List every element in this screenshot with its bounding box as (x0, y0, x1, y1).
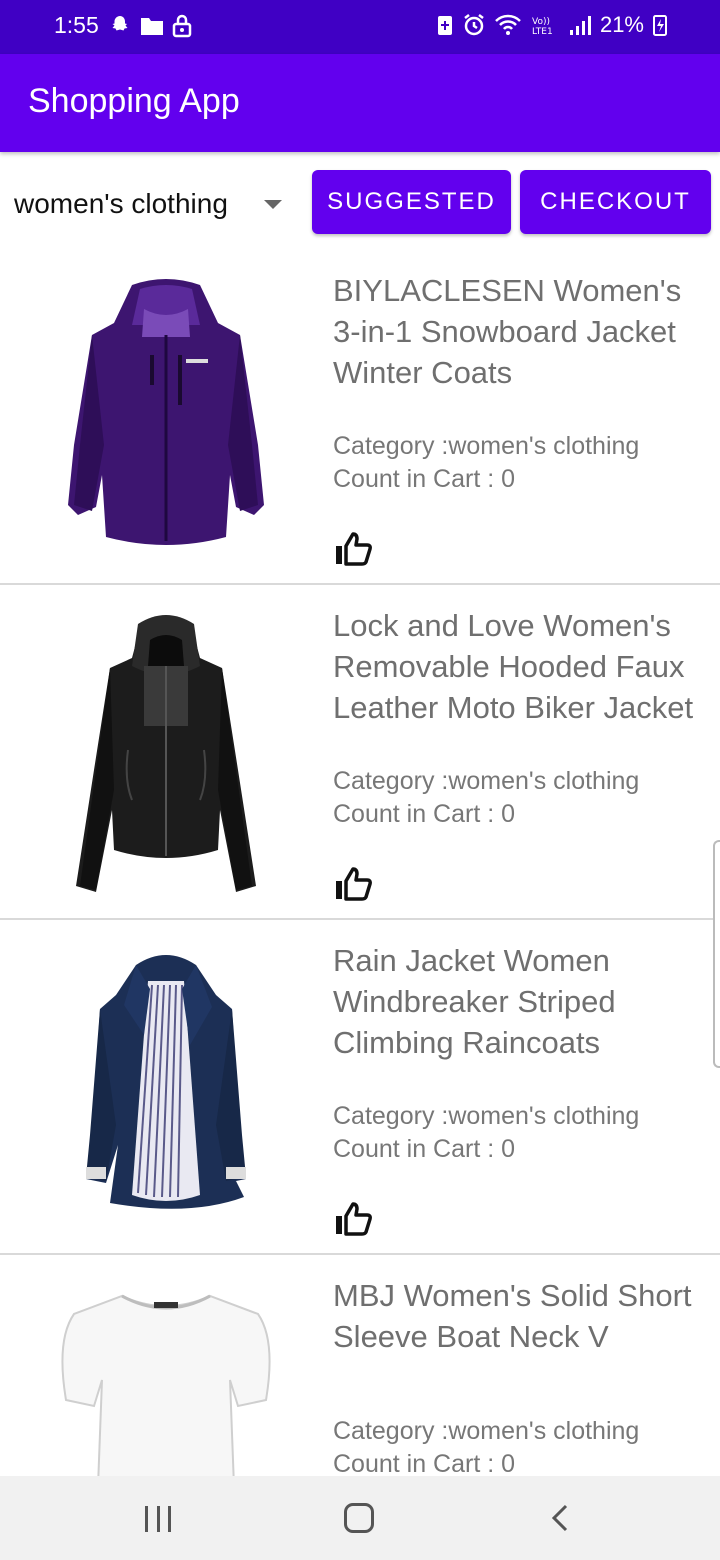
thumbs-up-icon[interactable] (333, 531, 373, 567)
signal-icon (569, 16, 591, 35)
alarm-icon (464, 14, 484, 36)
home-icon[interactable] (344, 1503, 374, 1533)
checkout-button[interactable]: CHECKOUT (520, 170, 711, 234)
svg-text:LTE1: LTE1 (532, 27, 553, 36)
product-title: BIYLACLESEN Women's 3-in-1 Snowboard Jac… (333, 273, 682, 390)
snapchat-icon (112, 16, 128, 31)
thumbs-up-icon[interactable] (333, 1201, 373, 1237)
product-cart-count: Count in Cart : 0 (333, 1450, 516, 1476)
battery-percent: 21% (599, 12, 644, 37)
black-leather-jacket-image (76, 615, 256, 892)
scrollbar[interactable] (713, 840, 720, 1068)
thumbs-up-icon[interactable] (333, 866, 373, 902)
purple-jacket-image (68, 279, 264, 545)
svg-text:Vo)): Vo)) (532, 17, 550, 27)
app-bar: Shopping App (0, 54, 720, 152)
dropdown-arrow-icon (264, 200, 282, 209)
product-cart-count: Count in Cart : 0 (333, 1135, 516, 1163)
category-dropdown-value: women's clothing (14, 188, 228, 219)
battery-saver-icon (437, 16, 452, 35)
folder-icon (141, 18, 163, 35)
status-bar: 1:55 Vo)) LTE1 21% (0, 0, 720, 54)
product-item[interactable]: BIYLACLESEN Women's 3-in-1 Snowboard Jac… (0, 250, 720, 585)
product-category: Category :women's clothing (333, 432, 640, 460)
status-time: 1:55 (54, 12, 99, 38)
product-item[interactable]: MBJ Women's Solid Short Sleeve Boat Neck… (0, 1255, 720, 1476)
app-title: Shopping App (28, 82, 240, 120)
product-title: MBJ Women's Solid Short Sleeve Boat Neck… (333, 1278, 692, 1354)
product-item[interactable]: Lock and Love Women's Removable Hooded F… (0, 585, 720, 920)
product-item[interactable]: Rain Jacket Women Windbreaker Striped Cl… (0, 920, 720, 1255)
product-category: Category :women's clothing (333, 1417, 640, 1445)
volte-icon: Vo))LTE1 (532, 17, 553, 36)
product-title: Rain Jacket Women Windbreaker Striped Cl… (333, 943, 616, 1060)
product-cart-count: Count in Cart : 0 (333, 465, 516, 493)
product-category: Category :women's clothing (333, 767, 640, 795)
recent-apps-icon[interactable] (145, 1506, 171, 1532)
system-nav-bar (0, 1476, 720, 1560)
product-list[interactable]: BIYLACLESEN Women's 3-in-1 Snowboard Jac… (0, 250, 720, 1476)
suggested-button[interactable]: SUGGESTED (312, 170, 511, 234)
product-title: Lock and Love Women's Removable Hooded F… (333, 608, 694, 725)
white-tshirt-image (61, 1294, 271, 1476)
lock-icon (172, 14, 192, 38)
wifi-icon (495, 14, 521, 35)
charging-icon (653, 15, 667, 36)
back-icon[interactable] (550, 1503, 570, 1533)
product-category: Category :women's clothing (333, 1102, 640, 1130)
controls-row: women's clothing SUGGESTED CHECKOUT (0, 152, 720, 250)
navy-raincoat-image (86, 955, 246, 1209)
product-cart-count: Count in Cart : 0 (333, 800, 516, 828)
category-dropdown[interactable]: women's clothing (14, 182, 294, 226)
